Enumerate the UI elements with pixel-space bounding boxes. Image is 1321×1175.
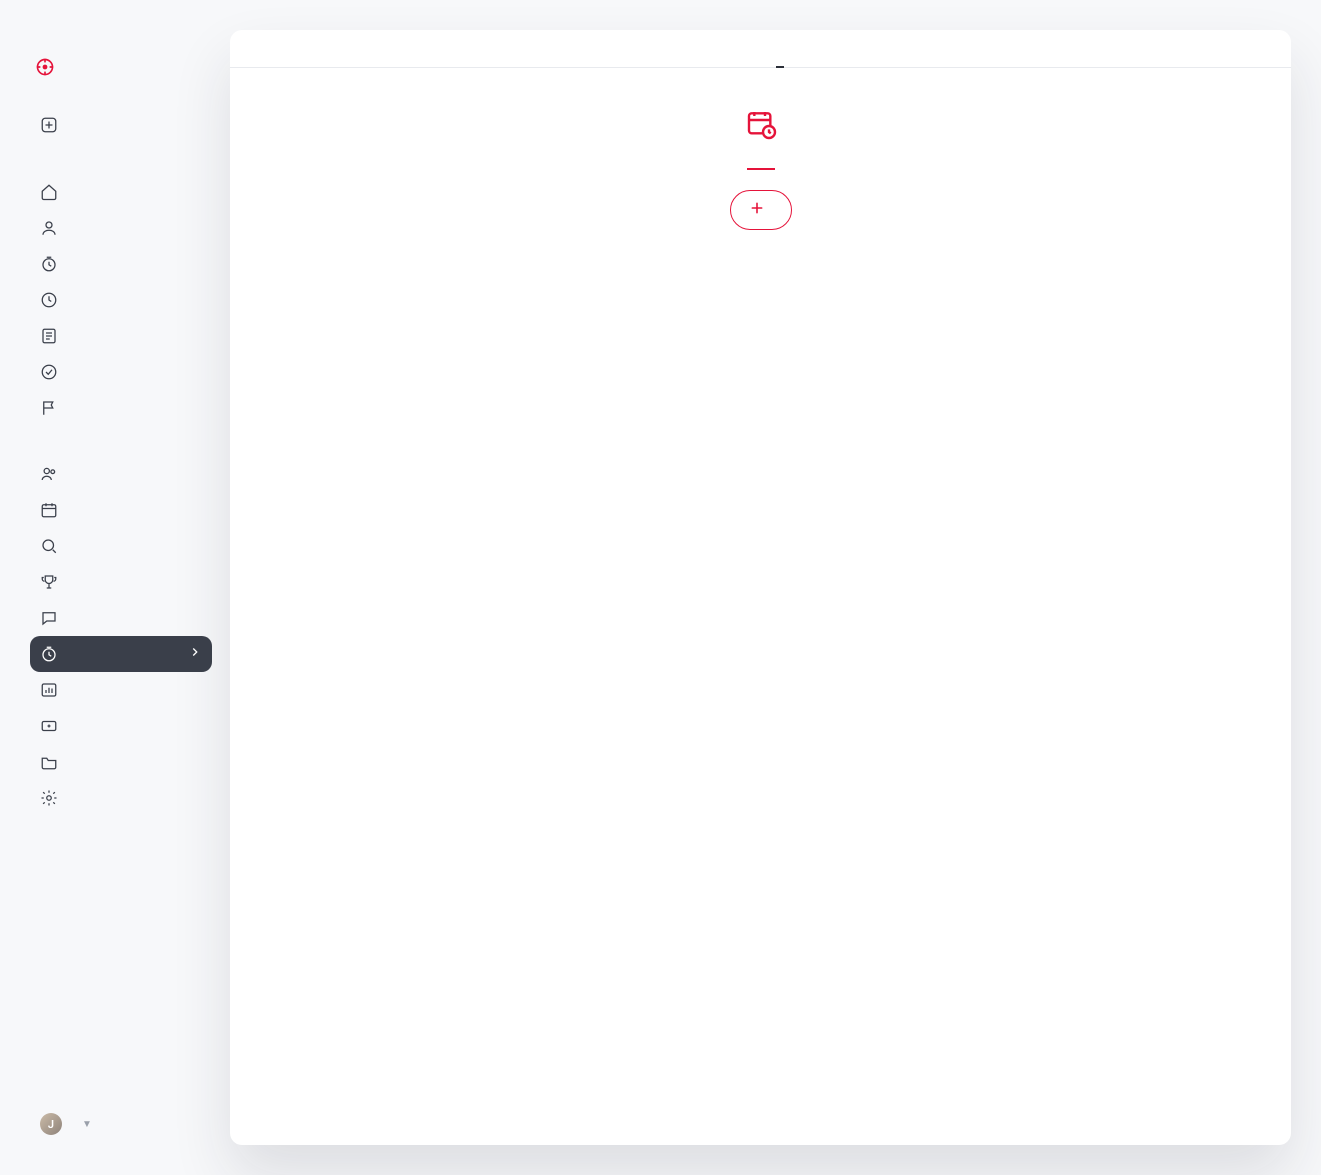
- tab-general[interactable]: [738, 30, 746, 68]
- document-icon: [40, 327, 58, 345]
- nav-files[interactable]: [30, 744, 212, 780]
- nav-company[interactable]: [30, 780, 212, 816]
- flag-icon: [40, 399, 58, 417]
- gear-icon: [40, 789, 58, 807]
- nav-calendar[interactable]: [30, 492, 212, 528]
- divider: [747, 168, 775, 170]
- tab-settings[interactable]: [776, 30, 784, 68]
- nav-survey[interactable]: [30, 600, 212, 636]
- avatar: J: [40, 1113, 62, 1135]
- nav-tasks[interactable]: [30, 354, 212, 390]
- home-icon: [40, 183, 58, 201]
- nav-time-company[interactable]: [30, 636, 212, 672]
- nav-time-personal[interactable]: [30, 246, 212, 282]
- nav-reports[interactable]: [30, 672, 212, 708]
- sidebar: J ▼: [30, 30, 230, 1175]
- chart-icon: [40, 681, 58, 699]
- clock-icon: [40, 291, 58, 309]
- nav-docs[interactable]: [30, 318, 212, 354]
- add-schedule-button[interactable]: [730, 190, 792, 230]
- tabs: [230, 30, 1291, 68]
- trophy-icon: [40, 573, 58, 591]
- profile-icon: [40, 219, 58, 237]
- nav-home[interactable]: [30, 174, 212, 210]
- nav-applications[interactable]: [30, 106, 212, 144]
- folder-icon: [40, 753, 58, 771]
- nav-collaborators[interactable]: [30, 456, 212, 492]
- nav-goals[interactable]: [30, 390, 212, 426]
- calendar-clock-icon: [745, 108, 777, 140]
- apps-icon: [40, 116, 58, 134]
- logo-icon: [36, 58, 54, 76]
- nav-leave[interactable]: [30, 282, 212, 318]
- main-panel: [230, 30, 1291, 1145]
- nav-performance[interactable]: [30, 564, 212, 600]
- nav-recruit[interactable]: [30, 528, 212, 564]
- logo[interactable]: [36, 58, 212, 76]
- chat-icon: [40, 609, 58, 627]
- nav-evp[interactable]: [30, 708, 212, 744]
- check-icon: [40, 363, 58, 381]
- users-icon: [40, 465, 58, 483]
- plus-icon: [749, 200, 765, 220]
- search-user-icon: [40, 537, 58, 555]
- money-icon: [40, 717, 58, 735]
- time-icon: [40, 255, 58, 273]
- chevron-right-icon: [188, 645, 202, 663]
- calendar-icon: [40, 501, 58, 519]
- stopwatch-icon: [40, 645, 58, 663]
- user-menu[interactable]: J ▼: [30, 1103, 212, 1145]
- nav-profile[interactable]: [30, 210, 212, 246]
- chevron-down-icon: ▼: [82, 1119, 92, 1130]
- hero: [501, 108, 1021, 230]
